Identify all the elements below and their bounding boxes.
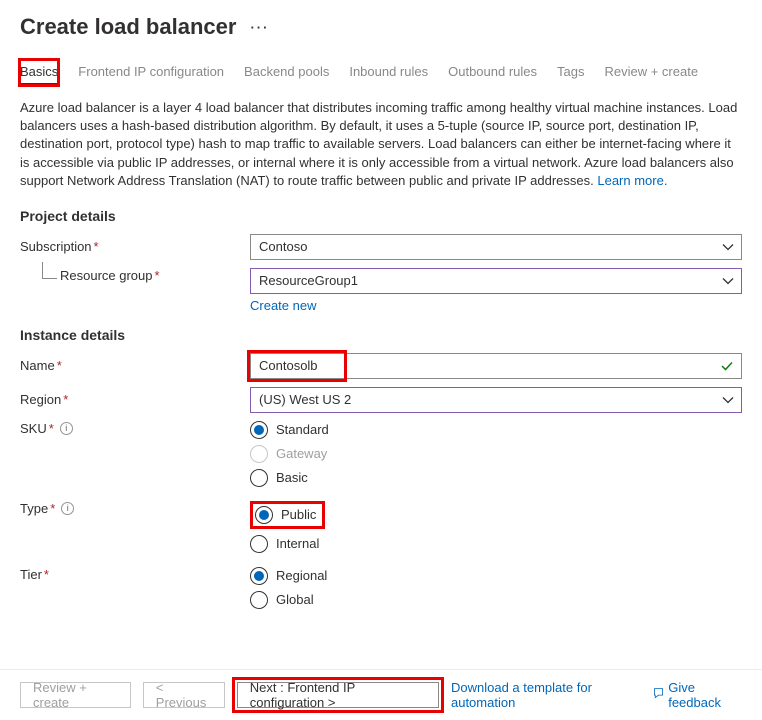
highlight-box: Public	[250, 501, 325, 529]
page-title: Create load balancer	[20, 14, 236, 40]
region-value: (US) West US 2	[259, 392, 351, 407]
label-sku-text: SKU	[20, 421, 47, 436]
tab-frontend-ip[interactable]: Frontend IP configuration	[78, 60, 224, 85]
tab-outbound-rules[interactable]: Outbound rules	[448, 60, 537, 85]
sku-gateway-label: Gateway	[276, 446, 327, 461]
region-dropdown[interactable]: (US) West US 2	[250, 387, 742, 413]
section-project-details: Project details	[20, 208, 742, 224]
create-new-link[interactable]: Create new	[250, 298, 316, 313]
footer-bar: Review + create < Previous Next : Fronte…	[0, 669, 762, 720]
resource-group-value: ResourceGroup1	[259, 273, 358, 288]
radio-icon	[250, 567, 268, 585]
give-feedback-link[interactable]: Give feedback	[652, 680, 742, 710]
section-instance-details: Instance details	[20, 327, 742, 343]
learn-more-link[interactable]: Learn more.	[597, 173, 667, 188]
subscription-dropdown[interactable]: Contoso	[250, 234, 742, 260]
download-template-link[interactable]: Download a template for automation	[451, 680, 640, 710]
label-name-text: Name	[20, 358, 55, 373]
radio-icon	[250, 445, 268, 463]
label-region: Region*	[20, 392, 250, 407]
tab-tags[interactable]: Tags	[557, 60, 584, 85]
name-input[interactable]: Contosolb	[250, 353, 742, 379]
tab-basics[interactable]: Basics	[20, 60, 58, 85]
label-sku: SKU* i	[20, 421, 250, 436]
more-icon[interactable]: ···	[250, 20, 269, 35]
required-asterisk: *	[44, 567, 49, 582]
radio-icon	[255, 506, 273, 524]
give-feedback-label: Give feedback	[668, 680, 742, 710]
tab-inbound-rules[interactable]: Inbound rules	[349, 60, 428, 85]
required-asterisk: *	[155, 268, 160, 283]
next-button[interactable]: Next : Frontend IP configuration >	[237, 682, 439, 708]
info-icon[interactable]: i	[60, 422, 73, 435]
type-internal-label: Internal	[276, 536, 319, 551]
type-internal-radio[interactable]: Internal	[250, 535, 742, 553]
tier-global-radio[interactable]: Global	[250, 591, 742, 609]
description-text: Azure load balancer is a layer 4 load ba…	[20, 99, 742, 190]
sku-basic-radio[interactable]: Basic	[250, 469, 742, 487]
type-radio-group: Public Internal	[250, 501, 742, 553]
label-type: Type* i	[20, 501, 250, 516]
resource-group-dropdown[interactable]: ResourceGroup1	[250, 268, 742, 294]
label-name: Name*	[20, 358, 250, 373]
tabs-bar: Basics Frontend IP configuration Backend…	[20, 60, 742, 85]
review-create-button[interactable]: Review + create	[20, 682, 131, 708]
check-icon	[720, 359, 734, 373]
previous-button[interactable]: < Previous	[143, 682, 225, 708]
radio-icon	[250, 535, 268, 553]
sku-basic-label: Basic	[276, 470, 308, 485]
name-value: Contosolb	[259, 358, 318, 373]
sku-standard-radio[interactable]: Standard	[250, 421, 742, 439]
subscription-value: Contoso	[259, 239, 307, 254]
tier-radio-group: Regional Global	[250, 567, 742, 609]
required-asterisk: *	[50, 501, 55, 516]
label-subscription: Subscription*	[20, 239, 250, 254]
required-asterisk: *	[94, 239, 99, 254]
tier-global-label: Global	[276, 592, 314, 607]
sku-standard-label: Standard	[276, 422, 329, 437]
label-subscription-text: Subscription	[20, 239, 92, 254]
label-tier: Tier*	[20, 567, 250, 582]
required-asterisk: *	[49, 421, 54, 436]
tier-regional-label: Regional	[276, 568, 327, 583]
radio-icon	[250, 421, 268, 439]
radio-icon	[250, 469, 268, 487]
tab-review-create[interactable]: Review + create	[604, 60, 698, 85]
sku-gateway-radio: Gateway	[250, 445, 742, 463]
type-public-radio[interactable]: Public	[255, 506, 316, 524]
radio-icon	[250, 591, 268, 609]
info-icon[interactable]: i	[61, 502, 74, 515]
required-asterisk: *	[63, 392, 68, 407]
type-public-label: Public	[281, 507, 316, 522]
feedback-icon	[652, 687, 665, 703]
label-region-text: Region	[20, 392, 61, 407]
label-tier-text: Tier	[20, 567, 42, 582]
required-asterisk: *	[57, 358, 62, 373]
label-type-text: Type	[20, 501, 48, 516]
label-resource-group-text: Resource group	[60, 268, 153, 283]
sku-radio-group: Standard Gateway Basic	[250, 421, 742, 487]
label-resource-group: Resource group*	[20, 268, 250, 283]
tab-backend-pools[interactable]: Backend pools	[244, 60, 329, 85]
tier-regional-radio[interactable]: Regional	[250, 567, 742, 585]
